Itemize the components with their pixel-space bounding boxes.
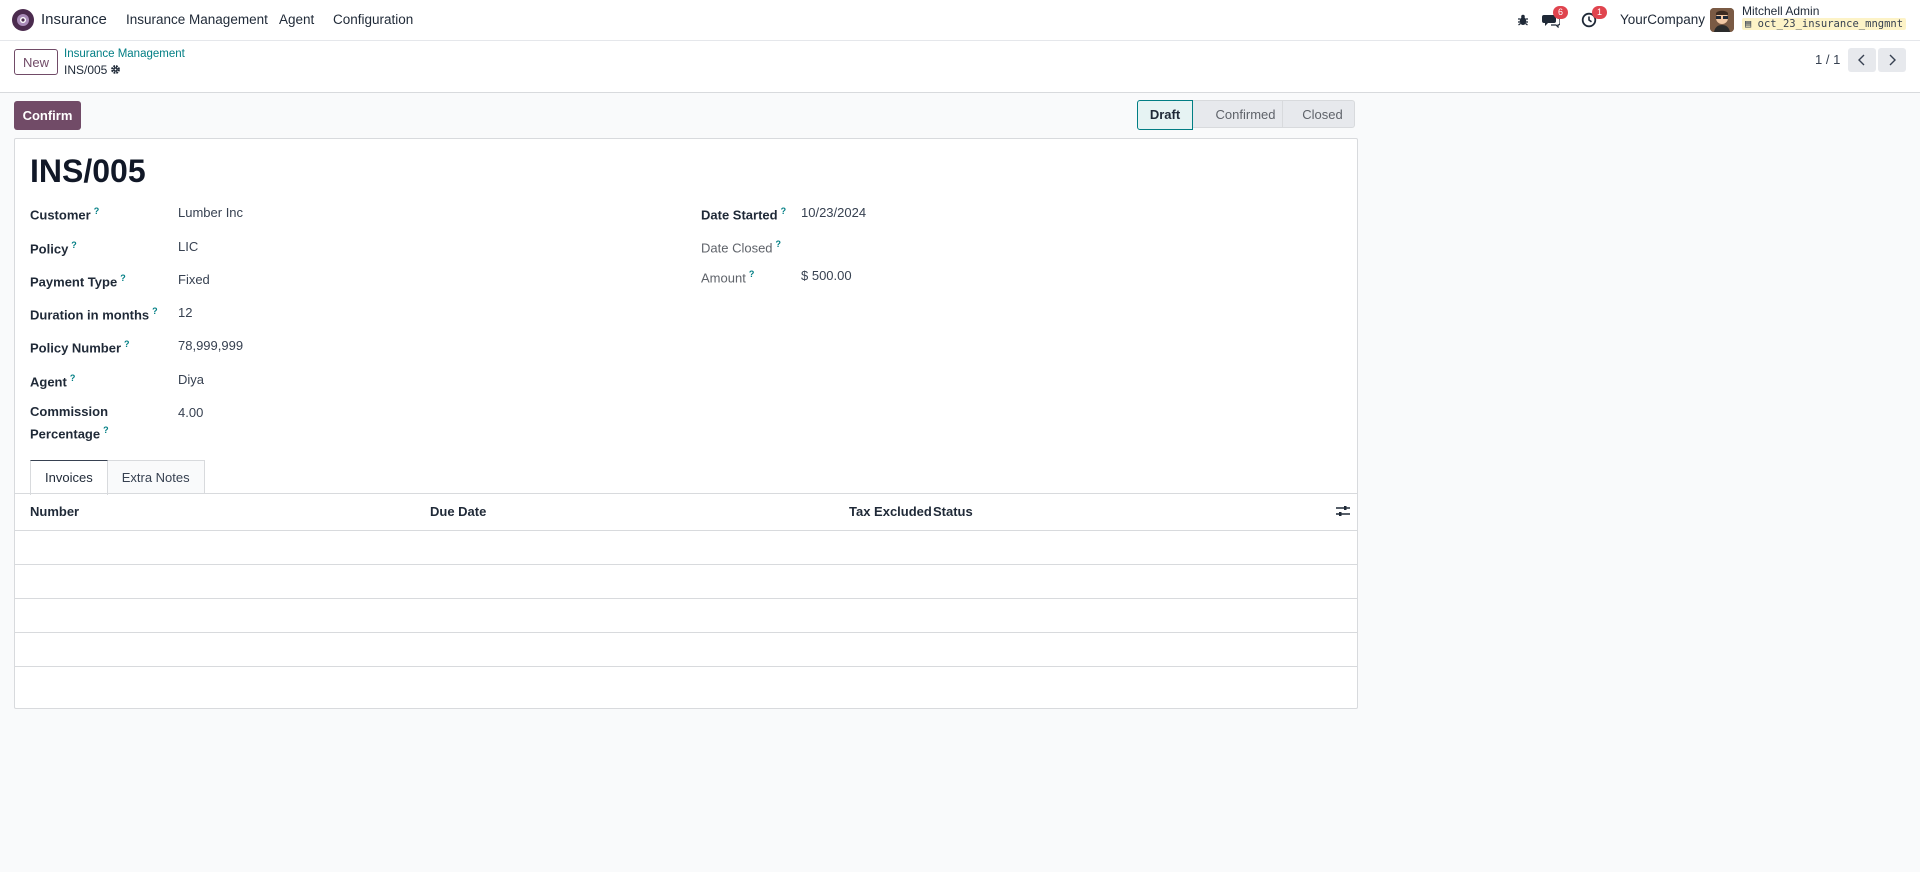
amount-label-text: Amount <box>701 270 746 286</box>
chat-icon[interactable]: 6 <box>1542 6 1568 29</box>
commission-field[interactable]: 4.00 <box>178 403 203 422</box>
app-logo-icon[interactable] <box>12 9 34 31</box>
column-status[interactable]: Status <box>933 504 973 519</box>
table-row <box>15 565 1357 599</box>
app-name[interactable]: Insurance <box>41 11 107 28</box>
tab-invoices[interactable]: Invoices <box>30 460 108 495</box>
new-button[interactable]: New <box>14 49 58 75</box>
amount-field[interactable]: $ 500.00 <box>801 266 852 285</box>
user-name[interactable]: Mitchell Admin <box>1742 4 1819 18</box>
commission-label-line2: Percentage <box>30 426 101 442</box>
user-avatar[interactable] <box>1710 8 1734 32</box>
policy-field[interactable]: LIC <box>178 237 198 256</box>
help-icon[interactable]: ? <box>776 239 782 249</box>
payment-type-label: Payment Type? <box>30 269 126 291</box>
date-closed-field[interactable] <box>801 236 1001 255</box>
breadcrumb-parent[interactable]: Insurance Management <box>64 48 185 60</box>
date-started-field[interactable]: 10/23/2024 <box>801 203 866 222</box>
help-icon[interactable]: ? <box>120 273 126 283</box>
table-row <box>15 633 1357 667</box>
status-confirmed-label: Confirmed <box>1215 107 1276 122</box>
duration-label: Duration in months? <box>30 302 158 324</box>
help-icon[interactable]: ? <box>124 339 130 349</box>
date-started-label-text: Date Started <box>701 207 778 223</box>
help-icon[interactable]: ? <box>781 206 787 216</box>
amount-label: Amount? <box>701 265 754 287</box>
optional-columns-icon[interactable] <box>1336 505 1350 520</box>
help-icon[interactable]: ? <box>103 425 109 435</box>
chevron-left-icon[interactable] <box>1848 48 1876 72</box>
date-started-label: Date Started? <box>701 202 786 224</box>
column-due-date[interactable]: Due Date <box>430 504 486 519</box>
agent-label: Agent? <box>30 369 75 391</box>
policy-label: Policy? <box>30 236 77 258</box>
menu-agent[interactable]: Agent <box>279 12 314 27</box>
database-name: ▤ oct_23_insurance_mngmnt <box>1742 18 1907 30</box>
help-icon[interactable]: ? <box>749 269 755 279</box>
payment-type-label-text: Payment Type <box>30 274 118 290</box>
help-icon[interactable]: ? <box>152 306 158 316</box>
tab-extra-notes[interactable]: Extra Notes <box>107 460 205 494</box>
gear-icon[interactable] <box>110 64 121 78</box>
commission-label-line1: Commission <box>30 404 109 419</box>
messages-badge: 6 <box>1553 6 1568 19</box>
company-switcher[interactable]: YourCompany <box>1620 12 1705 27</box>
duration-field[interactable]: 12 <box>178 303 192 322</box>
agent-label-text: Agent <box>30 374 67 390</box>
top-navbar: Insurance Insurance Management Agent Con… <box>0 0 1920 41</box>
column-tax-excluded[interactable]: Tax Excluded <box>849 504 932 519</box>
customer-field[interactable]: Lumber Inc <box>178 203 243 222</box>
breadcrumb-current-label: INS/005 <box>64 63 108 77</box>
policy-number-label-text: Policy Number <box>30 340 122 356</box>
activities-badge: 1 <box>1592 6 1607 19</box>
form-sheet: INS/005 Customer? Lumber Inc Policy? LIC… <box>14 138 1358 709</box>
date-closed-label-text: Date Closed <box>701 240 773 256</box>
payment-type-field[interactable]: Fixed <box>178 270 210 289</box>
bug-icon[interactable] <box>1516 11 1534 29</box>
policy-label-text: Policy <box>30 241 69 257</box>
commission-label: Commission Percentage? <box>30 402 109 443</box>
status-draft-label: Draft <box>1149 107 1181 122</box>
help-icon[interactable]: ? <box>71 240 77 250</box>
database-icon: ▤ <box>1745 18 1752 30</box>
policy-number-field[interactable]: 78,999,999 <box>178 336 243 355</box>
chevron-right-icon[interactable] <box>1878 48 1906 72</box>
confirm-button[interactable]: Confirm <box>14 101 81 130</box>
record-title: INS/005 <box>30 153 146 189</box>
status-closed-label: Closed <box>1302 107 1343 122</box>
status-bar: Draft Confirmed Closed <box>1137 100 1355 130</box>
breadcrumb-current: INS/005 <box>64 63 121 78</box>
menu-insurance-management[interactable]: Insurance Management <box>126 12 268 27</box>
date-closed-label: Date Closed? <box>701 235 781 257</box>
agent-field[interactable]: Diya <box>178 370 204 389</box>
pager-value[interactable]: 1 / 1 <box>1815 52 1840 67</box>
menu-configuration[interactable]: Configuration <box>333 12 413 27</box>
policy-number-label: Policy Number? <box>30 335 130 357</box>
invoice-table-header: Number Due Date Tax Excluded Status <box>15 494 1357 531</box>
duration-label-text: Duration in months <box>30 307 150 323</box>
customer-label: Customer? <box>30 202 99 224</box>
clock-icon[interactable]: 1 <box>1581 6 1607 29</box>
table-row <box>15 599 1357 633</box>
control-panel: New Insurance Management INS/005 1 / 1 <box>0 41 1920 93</box>
status-confirmed[interactable]: Confirmed <box>1193 100 1283 128</box>
customer-label-text: Customer <box>30 207 91 223</box>
status-draft[interactable]: Draft <box>1137 100 1193 130</box>
status-closed[interactable]: Closed <box>1283 100 1355 128</box>
notebook-tabs: Invoices Extra Notes <box>30 460 205 495</box>
table-row <box>15 531 1357 565</box>
help-icon[interactable]: ? <box>70 373 76 383</box>
database-label: oct_23_insurance_mngmnt <box>1757 18 1904 30</box>
help-icon[interactable]: ? <box>94 206 100 216</box>
column-number[interactable]: Number <box>30 504 79 519</box>
